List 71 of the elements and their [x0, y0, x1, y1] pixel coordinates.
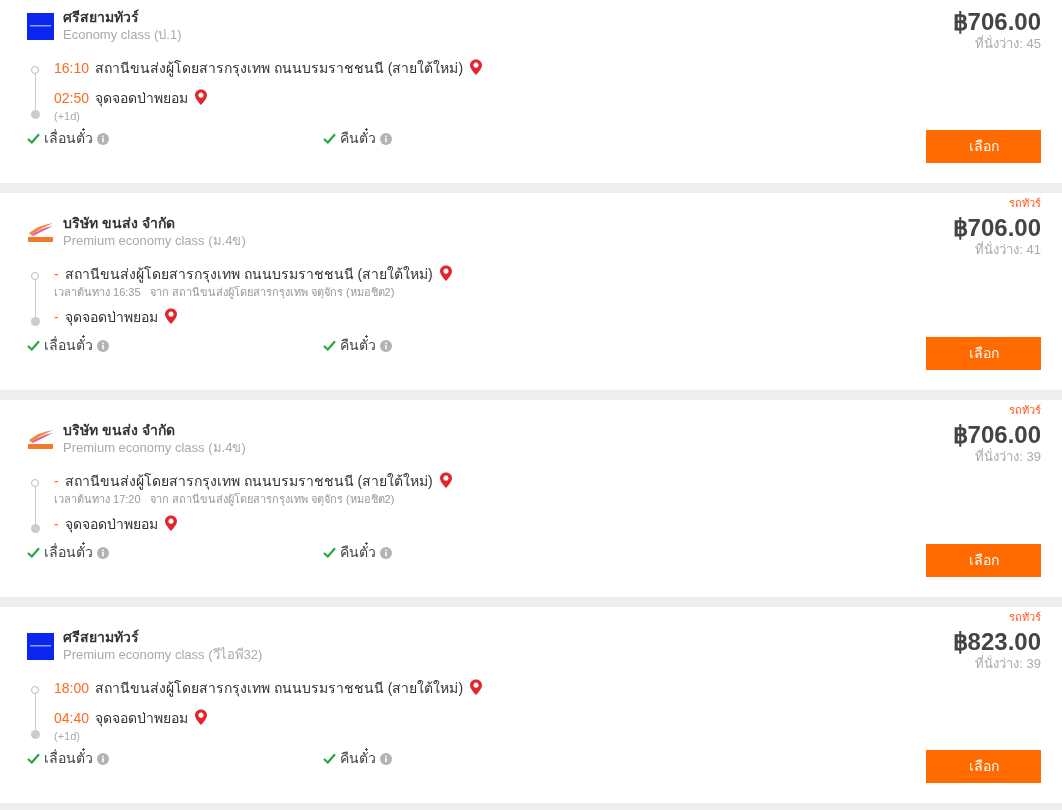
- stop-time: 16:10: [54, 58, 90, 78]
- operator-logo: [27, 221, 54, 243]
- feature-label: เลื่อนตั๋ว: [44, 128, 93, 148]
- info-icon[interactable]: [380, 752, 392, 765]
- info-icon[interactable]: [380, 132, 392, 145]
- day-offset: (+1d): [54, 730, 81, 742]
- bus-type-tag: รถทัวร์: [1009, 610, 1041, 624]
- info-icon[interactable]: [380, 546, 392, 559]
- feature-label: คืนตั๋ว: [340, 542, 376, 562]
- stop-name: จุดจอดป่าพยอม: [64, 514, 158, 535]
- stop-name: สถานีขนส่งผู้โดยสารกรุงเทพ ถนนบรมราชชนนี (สายใต้ใหม่): [95, 58, 464, 79]
- map-pin-icon: [163, 308, 178, 326]
- operator-name: ศรีสยามทัวร์: [63, 8, 140, 26]
- map-pin-icon: [163, 515, 178, 533]
- departure-note: เวลาต้นทาง 16:35 จาก สถานีขนส่งผู้โดยสารกรุงเทพ จตุจักร (หมอชิต2): [54, 286, 396, 299]
- seats-available: ที่นั่งว่าง: 39: [975, 656, 1041, 672]
- operator-name: บริษัท ขนส่ง จำกัด: [63, 421, 176, 439]
- map-pin-icon: [469, 59, 484, 77]
- price: ฿706.00: [952, 8, 1041, 36]
- operator-logo: [27, 632, 54, 660]
- seats-available: ที่นั่งว่าง: 39: [975, 449, 1041, 465]
- select-button[interactable]: เลือก: [926, 750, 1041, 783]
- stop-time: 02:50: [54, 88, 90, 108]
- operator-name: ศรีสยามทัวร์: [63, 628, 140, 646]
- price: ฿706.00: [952, 214, 1041, 242]
- info-icon[interactable]: [97, 752, 109, 765]
- bus-class: Premium economy class (วีไอพี32): [63, 646, 263, 664]
- stop-name: จุดจอดป่าพยอม: [64, 307, 158, 328]
- price: ฿823.00: [952, 628, 1041, 656]
- seats-available: ที่นั่งว่าง: 45: [975, 36, 1041, 52]
- feature-label: คืนตั๋ว: [340, 748, 376, 768]
- stop-name: สถานีขนส่งผู้โดยสารกรุงเทพ ถนนบรมราชชนนี (สายใต้ใหม่): [64, 264, 433, 285]
- feature-label: เลื่อนตั๋ว: [44, 335, 93, 355]
- bus-type-tag: รถทัวร์: [1009, 403, 1041, 417]
- select-button[interactable]: เลือก: [926, 130, 1041, 163]
- stop-time: -: [54, 514, 59, 534]
- stop-name: สถานีขนส่งผู้โดยสารกรุงเทพ ถนนบรมราชชนนี (สายใต้ใหม่): [95, 678, 464, 699]
- operator-name: บริษัท ขนส่ง จำกัด: [63, 214, 176, 232]
- stop-time: 18:00: [54, 678, 90, 698]
- info-icon[interactable]: [97, 132, 109, 145]
- info-icon[interactable]: [380, 339, 392, 352]
- feature-label: คืนตั๋ว: [340, 335, 376, 355]
- select-button[interactable]: เลือก: [926, 544, 1041, 577]
- bus-class: Premium economy class (ม.4ข): [63, 439, 246, 457]
- info-icon[interactable]: [97, 546, 109, 559]
- stop-time: -: [54, 471, 59, 491]
- price: ฿706.00: [952, 421, 1041, 449]
- stop-time: -: [54, 307, 59, 327]
- departure-note: เวลาต้นทาง 17:20 จาก สถานีขนส่งผู้โดยสารกรุงเทพ จตุจักร (หมอชิต2): [54, 493, 396, 506]
- operator-logo: [27, 12, 54, 40]
- stop-name: สถานีขนส่งผู้โดยสารกรุงเทพ ถนนบรมราชชนนี (สายใต้ใหม่): [64, 471, 433, 492]
- select-button[interactable]: เลือก: [926, 337, 1041, 370]
- bus-type-tag: รถทัวร์: [1009, 196, 1041, 210]
- stop-time: -: [54, 264, 59, 284]
- feature-label: เลื่อนตั๋ว: [44, 748, 93, 768]
- stop-name: จุดจอดป่าพยอม: [95, 708, 189, 729]
- bus-class: Economy class (ป.1): [63, 26, 182, 44]
- info-icon[interactable]: [97, 339, 109, 352]
- map-pin-icon: [194, 709, 209, 727]
- stop-name: จุดจอดป่าพยอม: [95, 88, 189, 109]
- map-pin-icon: [438, 472, 453, 490]
- map-pin-icon: [438, 265, 453, 283]
- operator-logo: [27, 428, 54, 450]
- feature-label: คืนตั๋ว: [340, 128, 376, 148]
- map-pin-icon: [194, 89, 209, 107]
- day-offset: (+1d): [54, 110, 81, 122]
- map-pin-icon: [469, 679, 484, 697]
- feature-label: เลื่อนตั๋ว: [44, 542, 93, 562]
- seats-available: ที่นั่งว่าง: 41: [975, 242, 1041, 258]
- stop-time: 04:40: [54, 708, 90, 728]
- bus-class: Premium economy class (ม.4ข): [63, 232, 246, 250]
